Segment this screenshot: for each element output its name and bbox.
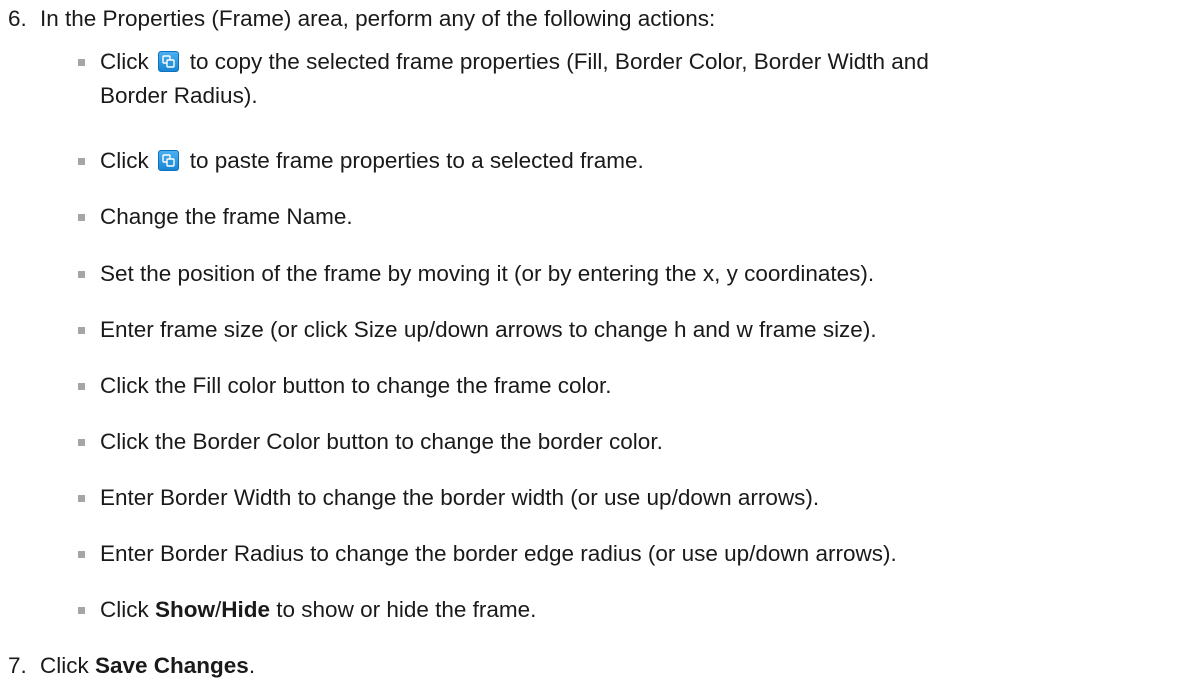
step-number: 7. [8,653,27,678]
step-text-end: . [248,653,256,678]
item-text: Click the Fill color button to change th… [100,373,612,398]
step-text: Click [40,653,95,678]
list-item-border-radius: Enter Border Radius to change the border… [78,537,1190,571]
bullet-marker [78,271,85,278]
item-text: Enter Border Radius to change the border… [100,541,897,566]
list-item-border-width: Enter Border Width to change the border … [78,481,1190,515]
bullet-marker [78,551,85,558]
step-7: 7. Click Save Changes. [8,650,255,682]
list-item-paste: Click to paste frame properties to a sele… [78,144,1190,178]
item-text: to paste frame properties to a selected … [189,148,644,173]
list-item-position: Set the position of the frame by moving … [78,257,1190,291]
save-changes-label: Save Changes [95,653,249,678]
item-text: Click [100,49,149,74]
step-number: 6. [8,6,27,31]
bullet-marker [78,158,85,165]
list-item-name: Change the frame Name. [78,200,1190,234]
bullet-marker [78,327,85,334]
list-item-border-color: Click the Border Color button to change … [78,425,1190,459]
item-text: Click [100,148,149,173]
bullet-marker [78,607,85,614]
item-text: to copy the selected frame properties (F… [189,49,929,74]
list-item-show-hide: Click Show/Hide to show or hide the fram… [78,593,1190,627]
item-text-continued: Border Radius). [100,83,258,108]
list-item-copy: Click to copy the selected frame properti… [78,45,1190,113]
bullet-marker [78,214,85,221]
bullet-marker [78,383,85,390]
item-text: Change the frame Name. [100,204,353,229]
item-text: Click the Border Color button to change … [100,429,663,454]
copy-properties-icon[interactable] [157,51,179,72]
item-text: Enter frame size (or click Size up/down … [100,317,877,342]
bullet-marker [78,495,85,502]
step-6: 6. In the Properties (Frame) area, perfor… [8,3,715,35]
paste-properties-icon[interactable] [157,150,179,171]
item-text: Set the position of the frame by moving … [100,261,875,286]
show-label: Show [155,597,215,622]
hide-label: Hide [221,597,271,622]
item-text: Enter Border Width to change the border … [100,485,820,510]
list-item-fill: Click the Fill color button to change th… [78,369,1190,403]
bullet-marker [78,59,85,66]
step-text: In the Properties (Frame) area, perform … [40,6,716,31]
item-text: to show or hide the frame. [270,597,537,622]
list-item-size: Enter frame size (or click Size up/down … [78,313,1190,347]
bullet-marker [78,439,85,446]
item-text: Click [100,597,155,622]
